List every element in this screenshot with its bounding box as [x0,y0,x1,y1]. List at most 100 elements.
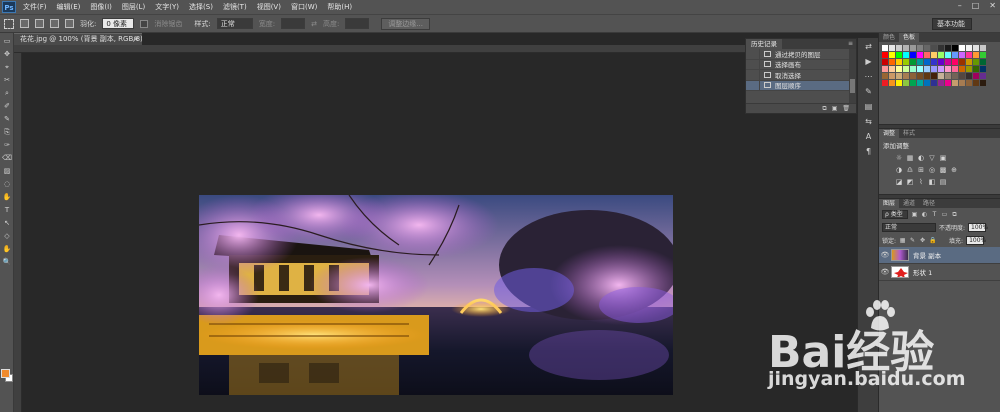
color-swatch[interactable] [973,52,979,58]
color-swatch[interactable] [973,73,979,79]
color-swatch[interactable] [910,80,916,86]
color-swatch[interactable] [882,73,888,79]
color-swatch[interactable] [966,45,972,51]
menu-filter[interactable]: 滤镜(T) [218,2,252,12]
crop-tool[interactable]: ✂ [2,76,12,85]
color-swatch[interactable] [952,66,958,72]
filter-type-icon[interactable]: T [931,211,938,218]
hand-tool[interactable]: ✋ [2,245,12,254]
photo-filter-icon[interactable]: ◎ [928,166,936,174]
color-swatch[interactable] [882,45,888,51]
dock-swap-icon[interactable]: ⇆ [862,116,875,128]
minimize-button[interactable]: – [958,1,962,10]
color-swatch[interactable] [959,73,965,79]
color-swatch[interactable] [980,52,986,58]
hue-saturation-icon[interactable]: ◑ [895,166,903,174]
color-swatch[interactable] [917,59,923,65]
color-swatch[interactable] [945,73,951,79]
threshold-icon[interactable]: ⌇ [917,178,925,186]
color-swatch[interactable] [966,59,972,65]
eyedropper-tool[interactable]: ⌕ [2,89,12,98]
color-swatch[interactable] [931,52,937,58]
color-swatch[interactable] [924,45,930,51]
menu-type[interactable]: 文字(Y) [150,2,184,12]
height-input[interactable] [345,18,370,29]
antialias-checkbox[interactable] [140,19,149,28]
new-snapshot-icon[interactable]: ▣ [832,104,838,113]
color-swatch[interactable] [889,52,895,58]
document-image[interactable] [199,195,673,395]
color-swatch[interactable] [938,73,944,79]
swap-icon[interactable]: ⇄ [311,20,317,28]
menu-help[interactable]: 帮助(H) [322,2,357,12]
color-swatch[interactable] [945,45,951,51]
exposure-icon[interactable]: ▽ [928,154,936,162]
blend-mode-select[interactable]: 正常 [882,223,936,232]
color-swatch[interactable] [959,80,965,86]
color-swatch[interactable] [917,73,923,79]
healing-tool[interactable]: ✐ [2,102,12,111]
color-swatch[interactable] [917,52,923,58]
color-swatch[interactable] [959,66,965,72]
color-swatch[interactable] [938,52,944,58]
menu-edit[interactable]: 编辑(E) [52,2,86,12]
color-swatch[interactable] [945,66,951,72]
color-swatch[interactable] [910,73,916,79]
color-swatch[interactable] [910,45,916,51]
color-swatch[interactable] [980,66,986,72]
color-swatch[interactable] [896,52,902,58]
eraser-tool[interactable]: ⌫ [2,154,12,163]
color-swatch[interactable] [924,80,930,86]
move-tool[interactable]: ✥ [2,50,12,59]
color-swatch[interactable] [938,66,944,72]
path-selection-tool[interactable]: ↖ [2,219,12,228]
tab-paths[interactable]: 路径 [919,199,939,208]
new-selection-icon[interactable] [20,19,29,28]
color-swatch[interactable] [959,59,965,65]
restore-button[interactable]: □ [972,1,980,10]
color-swatch[interactable] [945,59,951,65]
tab-styles[interactable]: 样式 [899,129,919,138]
foreground-color-swatch[interactable] [1,369,10,378]
filter-adjust-icon[interactable]: ◐ [921,211,928,218]
color-swatch[interactable] [910,52,916,58]
color-swatch[interactable] [980,80,986,86]
close-document-icon[interactable]: × [133,34,139,45]
color-swatch[interactable] [917,80,923,86]
color-swatch[interactable] [966,66,972,72]
color-swatch[interactable] [931,45,937,51]
dock-paragraph-icon[interactable]: ¶ [862,146,875,158]
color-swatch[interactable] [973,66,979,72]
lock-position-icon[interactable]: ✥ [919,237,926,244]
color-swatch[interactable] [980,59,986,65]
style-select[interactable]: 正常 [216,18,253,29]
color-swatch[interactable] [882,59,888,65]
refine-edge-button[interactable]: 调整边缘... [381,17,430,30]
visibility-eye-icon[interactable]: 👁 [879,251,891,259]
delete-state-icon[interactable]: 🗑 [842,104,850,113]
marquee-tool-icon[interactable] [4,18,14,29]
color-swatch[interactable] [896,59,902,65]
color-swatch[interactable] [959,45,965,51]
color-swatch[interactable] [910,59,916,65]
dodge-tool[interactable]: ✋ [2,193,12,202]
gradient-tool[interactable]: ▨ [2,167,12,176]
color-swatch[interactable] [952,73,958,79]
dock-brush-icon[interactable]: ✎ [862,86,875,98]
lasso-tool[interactable]: ⌖ [2,63,12,72]
tab-color[interactable]: 颜色 [879,33,899,42]
color-swatch[interactable] [966,80,972,86]
filter-pixel-icon[interactable]: ▣ [911,211,918,218]
add-selection-icon[interactable] [35,19,44,28]
color-swatch[interactable] [938,45,944,51]
feather-input[interactable]: 0 像素 [102,18,135,29]
menu-window[interactable]: 窗口(W) [286,2,322,12]
color-swatch[interactable] [938,59,944,65]
history-item-active[interactable]: 图层顺序 [746,80,856,91]
menu-select[interactable]: 选择(S) [184,2,218,12]
color-swatch[interactable] [945,52,951,58]
color-swatch[interactable] [952,80,958,86]
color-swatch[interactable] [952,59,958,65]
color-swatch[interactable] [952,52,958,58]
document-tab[interactable]: 花花.jpg @ 100% (背景 副本, RGB/8) * × [14,33,142,45]
